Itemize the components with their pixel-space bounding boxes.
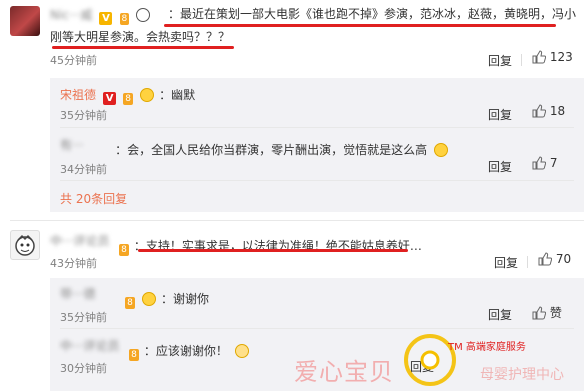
reply-item: 中···评论员 8 ：应该谢谢你！ — [60, 337, 250, 361]
cartoon-avatar-icon — [15, 234, 35, 256]
verified-icon: V — [99, 12, 113, 25]
like-count: 7 — [549, 156, 558, 170]
comment-text-continued: 刚等大明星参演。会热卖吗？？？ — [50, 30, 231, 44]
reply-time: 35分钟前 — [60, 311, 107, 324]
reply-divider — [60, 328, 574, 329]
member-badge-icon: 8 — [123, 93, 133, 105]
like-button[interactable]: 7 — [532, 156, 557, 170]
like-count: 18 — [549, 104, 566, 118]
comment-text: ：最近在策划一部大电影《谁也跑不掉》参演，范冰冰，赵薇，黄晓明，冯小 — [168, 7, 577, 21]
watermark-tm-text: TM 高端家庭服务 — [448, 342, 526, 353]
reply-time: 34分钟前 — [60, 163, 107, 176]
reply-divider — [60, 127, 574, 128]
action-divider — [521, 54, 522, 66]
comment-header: Nic···威 V 8 — [50, 5, 151, 25]
comment-time: 45分钟前 — [50, 54, 97, 67]
like-label: 赞 — [549, 306, 562, 320]
avatar[interactable] — [10, 230, 40, 260]
emoji-icon — [141, 292, 156, 306]
handshake-icon — [235, 344, 250, 358]
highlight-underline — [164, 24, 556, 27]
reply-item: 带···德 8 ：谢谢你 — [60, 285, 210, 309]
watermark-brand: 爱心宝贝 — [294, 358, 394, 386]
reply-text: ：谢谢你 — [161, 292, 210, 306]
like-button[interactable]: 70 — [538, 252, 571, 266]
comment-divider — [10, 220, 584, 221]
reply-username[interactable]: 宋祖德 — [60, 88, 96, 102]
comment-time: 43分钟前 — [50, 257, 97, 270]
thumbs-up-icon — [538, 252, 552, 266]
reply-divider — [60, 180, 574, 181]
thumbs-up-icon — [532, 306, 546, 320]
reply-button[interactable]: 回复 — [488, 306, 512, 323]
reply-item: 有··· ：会，全国人民给你当群演，零片酬出演，觉悟就是这么高 — [60, 136, 449, 157]
member-badge-icon: 8 — [119, 244, 129, 256]
reply-button[interactable]: 回复 — [488, 158, 512, 175]
comment-username[interactable]: 中···评论员 — [50, 232, 112, 250]
reply-button[interactable]: 回复 — [488, 106, 512, 123]
highlight-underline — [52, 46, 234, 49]
member-badge-icon: 8 — [125, 297, 135, 309]
like-count: 70 — [555, 252, 572, 266]
panda-icon — [136, 8, 151, 22]
like-button[interactable]: 123 — [532, 50, 573, 64]
thumbs-up-icon — [532, 104, 546, 118]
reply-item: 宋祖德 V 8 ：幽默 — [60, 85, 196, 105]
action-divider — [527, 256, 528, 268]
reply-username[interactable]: 有··· — [60, 136, 110, 154]
watermark-slogan: 母婴护理中心 — [480, 367, 564, 383]
member-badge-icon: 8 — [119, 13, 130, 25]
member-badge-icon: 8 — [129, 349, 139, 361]
more-replies-link[interactable]: 共 20条回复 — [60, 190, 127, 207]
thumbs-up-icon — [532, 50, 546, 64]
verified-icon: V — [103, 92, 117, 105]
reply-time: 30分钟前 — [60, 362, 107, 375]
thumbs-up-icon — [532, 156, 546, 170]
comment-header: 中···评论员 8 ：支持！实事求是，以法律为准绳！绝不能姑息养奸… — [50, 232, 422, 256]
reply-text: ：应该谢谢你！ — [143, 344, 228, 358]
reply-button[interactable]: 回复 — [494, 254, 518, 271]
avatar[interactable] — [10, 6, 40, 36]
reply-text: ：会，全国人民给你当群演，零片酬出演，觉悟就是这么高 — [115, 143, 428, 157]
reply-button[interactable]: 回复 — [488, 52, 512, 69]
reply-username[interactable]: 带···德 — [60, 285, 118, 303]
comment-username[interactable]: Nic···威 — [50, 8, 92, 22]
reply-username[interactable]: 中···评论员 — [60, 337, 122, 355]
like-button[interactable]: 赞 — [532, 304, 562, 321]
reply-text: ：幽默 — [159, 88, 196, 102]
highlight-underline — [138, 249, 408, 252]
like-count: 123 — [549, 50, 573, 64]
emoji-icon — [140, 88, 155, 102]
like-button[interactable]: 18 — [532, 104, 565, 118]
reply-time: 35分钟前 — [60, 109, 107, 122]
